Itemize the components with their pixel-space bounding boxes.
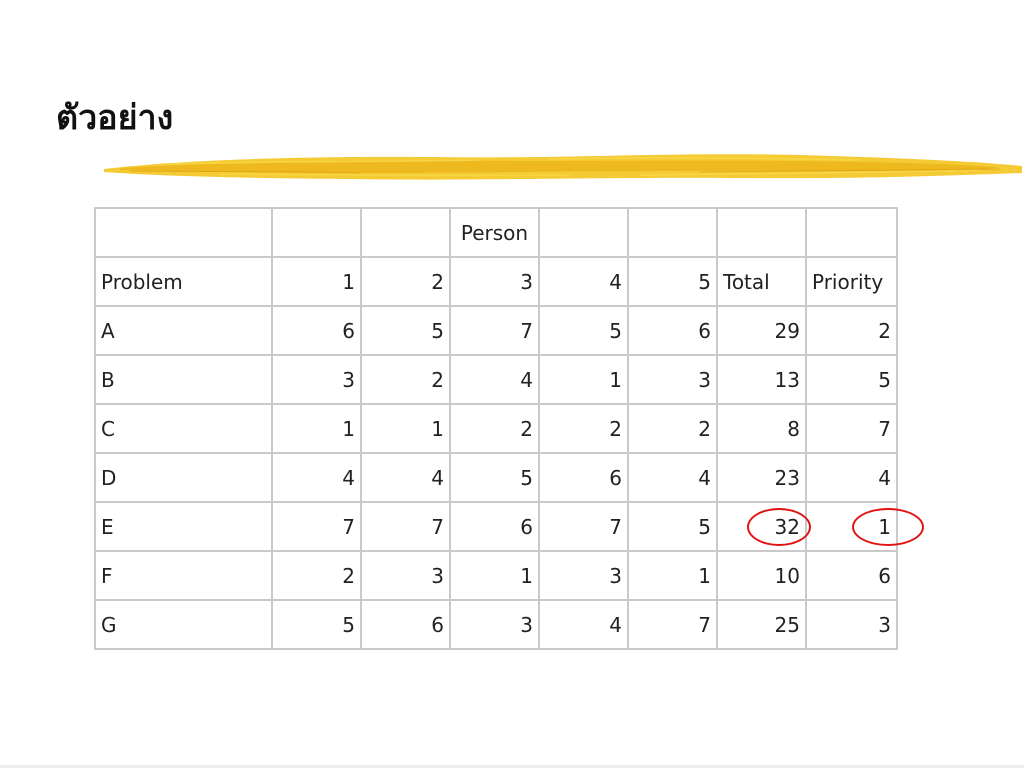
priority-cell: 5 [805,354,898,405]
score-cell: 6 [271,305,362,356]
yellow-brush-stroke-divider [104,154,1022,180]
column-header-row: Problem 1 2 3 4 5 Total Priority [94,256,898,307]
priority-cell: 3 [805,599,898,650]
score-cell: 7 [627,599,718,650]
score-cell: 7 [271,501,362,552]
score-cell: 5 [449,452,540,503]
column-header-person-2: 2 [360,256,451,307]
score-cell: 1 [627,550,718,601]
total-cell: 23 [716,452,807,503]
score-cell: 3 [449,599,540,650]
score-cell: 4 [538,599,629,650]
score-cell: 3 [627,354,718,405]
score-cell: 3 [360,550,451,601]
score-cell: 3 [271,354,362,405]
column-header-person-4: 4 [538,256,629,307]
column-header-problem: Problem [94,256,273,307]
score-cell: 2 [538,403,629,454]
table-row: C1122287 [94,403,898,454]
person-group-header: Person [449,207,540,258]
score-cell: 5 [271,599,362,650]
problem-cell: C [94,403,273,454]
score-cell: 4 [360,452,451,503]
column-header-person-3: 3 [449,256,540,307]
score-cell: 2 [360,354,451,405]
problem-priority-table: Person Problem 1 2 3 4 5 Total Priority … [94,207,924,650]
problem-cell: A [94,305,273,356]
score-cell: 6 [360,599,451,650]
header-cell [805,207,898,258]
highlight-circle-total [747,507,811,546]
score-cell: 1 [449,550,540,601]
header-cell [271,207,362,258]
priority-cell: 6 [805,550,898,601]
header-cell [538,207,629,258]
problem-cell: E [94,501,273,552]
score-cell: 7 [360,501,451,552]
score-cell: 5 [538,305,629,356]
score-cell: 5 [360,305,451,356]
total-cell: 8 [716,403,807,454]
score-cell: 5 [627,501,718,552]
total-cell: 13 [716,354,807,405]
score-cell: 7 [538,501,629,552]
score-cell: 4 [449,354,540,405]
score-cell: 6 [627,305,718,356]
priority-cell: 4 [805,452,898,503]
priority-cell-highlighted: 1 [805,501,924,552]
score-cell: 1 [538,354,629,405]
header-cell [360,207,451,258]
priority-cell: 7 [805,403,898,454]
table-row: G 5 6 3 4 7 25 3 [94,599,898,650]
slide-title: ตัวอย่าง [56,98,174,138]
priority-cell: 2 [805,305,898,356]
total-cell: 25 [716,599,807,650]
table-row: E 7 7 6 7 5 32 1 [94,501,924,552]
problem-cell: G [94,599,273,650]
table-row: B 3 2 4 1 3 13 5 [94,354,898,405]
score-cell: 6 [449,501,540,552]
column-header-total: Total [716,256,807,307]
problem-cell: D [94,452,273,503]
score-cell: 6 [538,452,629,503]
score-cell: 3 [538,550,629,601]
table-body: A 6 5 7 5 6 29 2 B 3 2 4 1 3 13 5 C 1 1 2 2 2 8 7 D 4 4 5 6 4 23 4 E 7 7 6 7… [94,305,924,650]
header-cell [94,207,273,258]
total-cell-highlighted: 32 [716,501,811,552]
total-cell: 10 [716,550,807,601]
column-header-priority: Priority [805,256,898,307]
column-header-person-1: 1 [271,256,362,307]
table-row: A 6 5 7 5 6 29 2 [94,305,898,356]
total-cell: 29 [716,305,807,356]
highlight-circle-priority [852,507,924,546]
score-cell: 4 [271,452,362,503]
score-cell: 2 [627,403,718,454]
problem-cell: F [94,550,273,601]
score-cell: 1 [271,403,362,454]
group-header-row: Person [94,207,898,258]
header-cell [627,207,718,258]
table-row: D 4 4 5 6 4 23 4 [94,452,898,503]
header-cell [716,207,807,258]
column-header-person-5: 5 [627,256,718,307]
score-cell: 2 [271,550,362,601]
score-cell: 2 [449,403,540,454]
score-cell: 1 [360,403,451,454]
score-cell: 7 [449,305,540,356]
problem-cell: B [94,354,273,405]
table-row: F 2 3 1 3 1 10 6 [94,550,898,601]
score-cell: 4 [627,452,718,503]
